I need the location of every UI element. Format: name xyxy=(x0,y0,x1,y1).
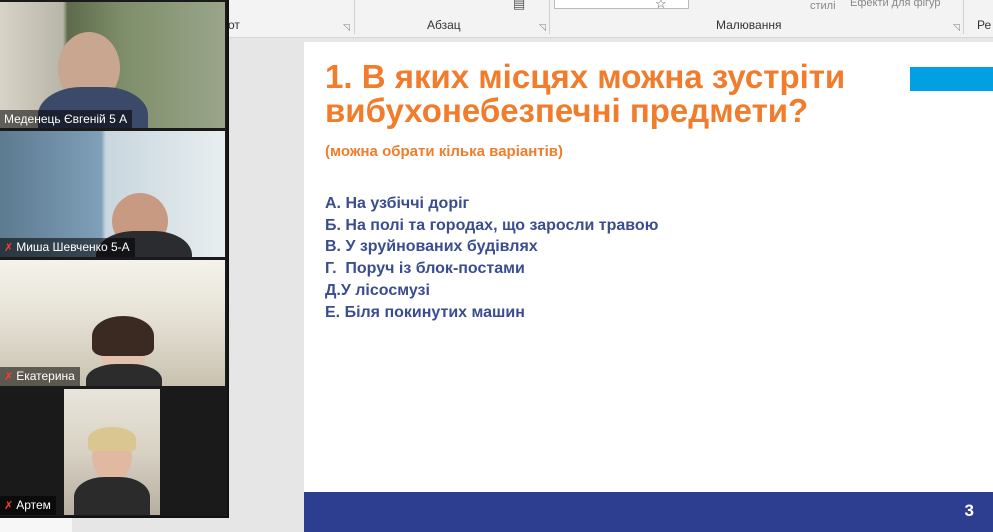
paragraph-launcher-icon[interactable]: ◹ xyxy=(539,22,546,33)
participant-name: Артем xyxy=(16,498,51,512)
participant-tile[interactable]: ✗ Миша Шевченко 5-А xyxy=(0,131,225,257)
participant-name-label: Меденець Євгеній 5 А xyxy=(0,110,133,128)
option-c: В. У зруйнованих будівлях xyxy=(325,238,538,256)
participant-name: Миша Шевченко 5-А xyxy=(16,240,130,254)
participant-hair xyxy=(92,316,154,356)
accent-bar xyxy=(910,67,993,91)
ribbon-separator xyxy=(963,0,964,34)
quick-styles-label[interactable]: стилі xyxy=(810,0,836,12)
participant-tile[interactable]: ✗ Екатерина xyxy=(0,260,225,386)
video-participants-panel[interactable]: Меденець Євгеній 5 А ✗ Миша Шевченко 5-А … xyxy=(0,0,229,518)
slide-title[interactable]: 1. В яких місцях можна зустріти вибухоне… xyxy=(325,60,895,128)
participant-tile[interactable]: Меденець Євгеній 5 А xyxy=(0,2,225,128)
slide[interactable]: 1. В яких місцях можна зустріти вибухоне… xyxy=(304,42,993,532)
participant-name-label: ✗ Артем xyxy=(0,496,56,515)
paragraph-group-label: Абзац xyxy=(427,18,461,32)
slide-number: 3 xyxy=(964,501,974,520)
columns-icon[interactable]: ▤ xyxy=(513,0,525,12)
ribbon-separator xyxy=(549,0,550,34)
option-b: Б. На полі та городах, що заросли травою xyxy=(325,216,659,234)
participant-video xyxy=(64,389,160,515)
ribbon-group-label-partial: от xyxy=(228,18,240,32)
participant-hair xyxy=(88,427,136,451)
muted-microphone-icon: ✗ xyxy=(4,371,14,383)
dialog-launcher-icon[interactable]: ◹ xyxy=(343,22,350,33)
star-icon[interactable]: ☆ xyxy=(655,0,667,12)
slide-footer-bar: 3 xyxy=(304,492,993,532)
option-a: А. На узбіччі доріг xyxy=(325,195,470,212)
muted-microphone-icon: ✗ xyxy=(4,500,14,512)
answer-options[interactable]: А. На узбіччі доріг Б. На полі та города… xyxy=(325,193,658,323)
shape-effects-label[interactable]: Ефекти для фігур xyxy=(850,0,941,9)
drawing-launcher-icon[interactable]: ◹ xyxy=(953,22,960,33)
participant-name: Екатерина xyxy=(16,369,75,383)
option-e: Д.У лісосмузі xyxy=(325,281,430,299)
muted-microphone-icon: ✗ xyxy=(4,242,14,254)
shapes-gallery[interactable]: ☆ xyxy=(554,0,689,12)
option-d: Г. Поруч із блок-постами xyxy=(325,260,525,278)
participant-name: Меденець Євгеній 5 А xyxy=(4,112,128,126)
ribbon-separator xyxy=(354,0,355,34)
drawing-group-label: Малювання xyxy=(716,18,782,32)
participant-tile[interactable]: ✗ Артем xyxy=(0,389,225,515)
participant-body xyxy=(74,477,150,515)
option-f: Е. Біля покинутих машин xyxy=(325,303,525,321)
slide-subtitle[interactable]: (можна обрати кілька варіантів) xyxy=(325,143,563,160)
participant-name-label: ✗ Екатерина xyxy=(0,367,80,386)
ribbon-group-label-partial-right: Ре xyxy=(977,18,992,32)
participant-body xyxy=(86,364,162,386)
participant-name-label: ✗ Миша Шевченко 5-А xyxy=(0,238,135,257)
